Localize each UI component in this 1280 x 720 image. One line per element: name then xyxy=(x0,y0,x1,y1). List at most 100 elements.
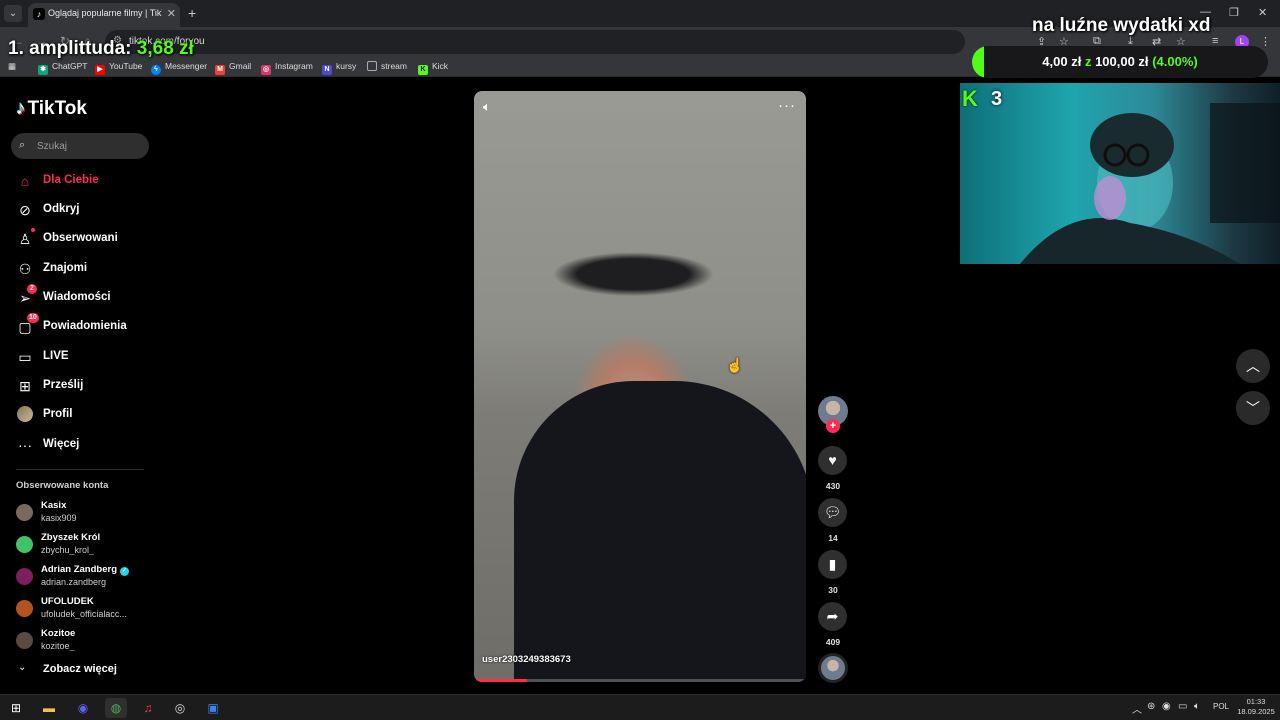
avatar xyxy=(16,536,33,553)
more-icon: ··· xyxy=(18,437,32,453)
music-app-icon[interactable]: ♫ xyxy=(137,698,159,718)
bookmark-instagram[interactable]: ◎ Instagram xyxy=(261,61,313,75)
nav-item-notifications[interactable]: ▢ 10 Powiadomienia xyxy=(16,313,146,339)
chevron-down-icon: ⌄ xyxy=(18,662,27,673)
home-icon: ⌂ xyxy=(20,173,30,189)
nav-item-for-you[interactable]: ⌂ Dla Ciebie xyxy=(16,171,146,193)
like-heart-icon[interactable]: ♥ xyxy=(818,446,847,475)
bookmark-gmail[interactable]: M Gmail xyxy=(215,61,251,75)
input-language[interactable]: POL xyxy=(1213,702,1229,711)
followed-account-item[interactable]: Zbyszek Król zbychu_krol_ xyxy=(16,532,151,560)
discord-icon[interactable]: ◉ xyxy=(72,698,94,718)
clock[interactable]: 01:33 18.09.2025 xyxy=(1236,697,1276,717)
see-more-button[interactable]: ⌄ Zobacz więcej xyxy=(16,662,136,678)
nav-item-following[interactable]: ♙ Obserwowani xyxy=(16,228,146,251)
comment-icon[interactable]: 💬︎ xyxy=(818,498,847,527)
window-close-icon[interactable]: ✕ xyxy=(1258,6,1267,19)
instagram-icon: ◎ xyxy=(261,65,271,75)
tab-close-icon[interactable]: ✕ xyxy=(167,7,176,20)
bookmark-icon[interactable]: ▮ xyxy=(818,550,847,579)
folder-icon xyxy=(367,61,377,71)
youtube-icon: ▶ xyxy=(95,65,105,75)
profile-icon xyxy=(16,406,34,424)
blue-app-icon[interactable]: ▣ xyxy=(202,698,224,718)
volume-icon[interactable]: 🔈︎ xyxy=(483,99,491,115)
avatar xyxy=(16,632,33,649)
share-count: 409 xyxy=(825,637,841,647)
tab-search-chevron-icon[interactable]: ⌄ xyxy=(4,5,22,22)
followed-account-item[interactable]: Adrian Zandberg ✓ adrian.zandberg xyxy=(16,564,151,592)
nav-item-upload[interactable]: ⊞ Prześlij xyxy=(16,376,146,398)
tray-chevron-up-icon[interactable]: ︿ xyxy=(1132,701,1142,716)
verified-check-icon: ✓ xyxy=(120,567,130,576)
gmail-icon: M xyxy=(215,65,225,75)
next-video-chevron-down-icon[interactable]: ﹀ xyxy=(1236,391,1270,425)
search-icon[interactable]: ⌕ xyxy=(19,139,25,152)
followed-account-item[interactable]: Kozitoe kozitoe_ xyxy=(16,628,151,656)
bookmark-messenger[interactable]: ϟ Messenger xyxy=(151,61,207,75)
restore-icon[interactable]: ❐ xyxy=(1229,6,1239,19)
previous-video-chevron-up-icon[interactable]: ︿ xyxy=(1236,349,1270,383)
followed-account-item[interactable]: Kasix kasix909 xyxy=(16,500,151,528)
following-dot xyxy=(31,228,35,232)
nav-item-profile[interactable]: Profil xyxy=(16,405,146,427)
video-author-username[interactable]: user2303249383673 xyxy=(482,654,571,665)
sidebar-divider xyxy=(16,469,144,470)
video-more-options-icon[interactable]: ··· xyxy=(778,97,796,114)
nav-item-more[interactable]: ··· Więcej xyxy=(16,435,146,457)
bookmark-chatgpt[interactable]: ✱ ChatGPT xyxy=(38,61,87,75)
windows-start-icon[interactable]: ⊞ xyxy=(5,698,27,718)
chatgpt-icon: ✱ xyxy=(38,65,48,75)
volume-tray-icon[interactable]: 🔈︎ xyxy=(1194,701,1200,712)
windows-taskbar: ⊞ ◉ ▬ ◍ ♫ ◎ ▣ ︿ ⊛ ◉ ▭ 🔈︎ POL 01:33 18.09… xyxy=(0,694,1280,720)
menu-kebab-icon[interactable]: ⋮ xyxy=(1260,35,1271,48)
streamer-silhouette xyxy=(1020,103,1280,264)
avatar xyxy=(16,600,33,617)
tray-discord-icon[interactable]: ◉ xyxy=(1162,701,1171,712)
account-name: Adrian Zandberg ✓ xyxy=(41,564,130,576)
avatar xyxy=(16,568,33,585)
kick-viewer-count: 3 xyxy=(991,88,1003,110)
tiktok-logo[interactable]: ♪ TikTok xyxy=(16,98,87,120)
live-icon: ▭ xyxy=(18,349,32,365)
tray-app-icon[interactable]: ⊛ xyxy=(1147,701,1155,712)
music-disc-icon[interactable] xyxy=(818,653,848,683)
tiktok-favicon-icon: ♪ xyxy=(33,8,45,20)
network-icon[interactable]: ▭ xyxy=(1178,701,1187,712)
save-count: 30 xyxy=(828,585,838,595)
search-box[interactable]: ⌕ xyxy=(11,133,149,159)
notion-icon: N xyxy=(322,65,332,75)
messenger-icon: ϟ xyxy=(151,65,161,75)
nav-item-explore[interactable]: ⊘ Odkryj xyxy=(16,200,146,222)
new-tab-plus-icon[interactable]: + xyxy=(188,5,196,21)
notifications-badge: 10 xyxy=(27,313,39,323)
followed-accounts-title: Obserwowane konta xyxy=(16,480,109,491)
bookmark-stream[interactable]: stream xyxy=(367,61,407,71)
apps-grid-icon[interactable]: ▦ xyxy=(8,61,16,72)
browser-tab-tiktok[interactable]: ♪ Oglądaj popularne filmy | TikTok ✕ xyxy=(28,3,180,27)
share-arrow-icon[interactable]: ➦ xyxy=(818,602,847,631)
friends-icon: ⚇ xyxy=(18,261,32,277)
messages-badge: 2 xyxy=(27,284,37,294)
donation-goal-bar: 4,00 zł z 100,00 zł (4.00%) xyxy=(972,46,1268,78)
obs-icon[interactable]: ◎ xyxy=(169,698,191,718)
bookmark-kursy[interactable]: Nkursy xyxy=(322,61,356,75)
chrome-icon[interactable]: ◍ xyxy=(105,698,127,718)
nav-item-live[interactable]: ▭ LIVE xyxy=(16,347,146,369)
file-explorer-icon[interactable]: ▬ xyxy=(38,698,60,718)
nav-item-friends[interactable]: ⚇ Znajomi xyxy=(16,259,146,281)
search-input[interactable] xyxy=(37,137,142,155)
compass-icon: ⊘ xyxy=(19,202,31,218)
video-progress-fill xyxy=(474,679,528,682)
avatar xyxy=(16,504,33,521)
followed-account-item[interactable]: UFOLUDEK ufoludek_officialacc... xyxy=(16,596,151,624)
bookmark-kick[interactable]: K Kick xyxy=(418,61,448,75)
video-progress-bar[interactable] xyxy=(474,679,806,682)
address-bar[interactable]: ⚙ tiktok.com/foryou xyxy=(105,30,965,54)
follow-plus-icon[interactable]: + xyxy=(826,419,840,433)
nav-item-messages[interactable]: ➢ 2 Wiadomości xyxy=(16,284,146,310)
video-player[interactable]: 🔈︎ ··· user2303249383673 xyxy=(474,91,806,682)
streamer-webcam xyxy=(960,83,1280,264)
donation-goal-title: na luźne wydatki xd xyxy=(1032,15,1211,36)
bookmark-youtube[interactable]: ▶ YouTube xyxy=(95,61,142,75)
